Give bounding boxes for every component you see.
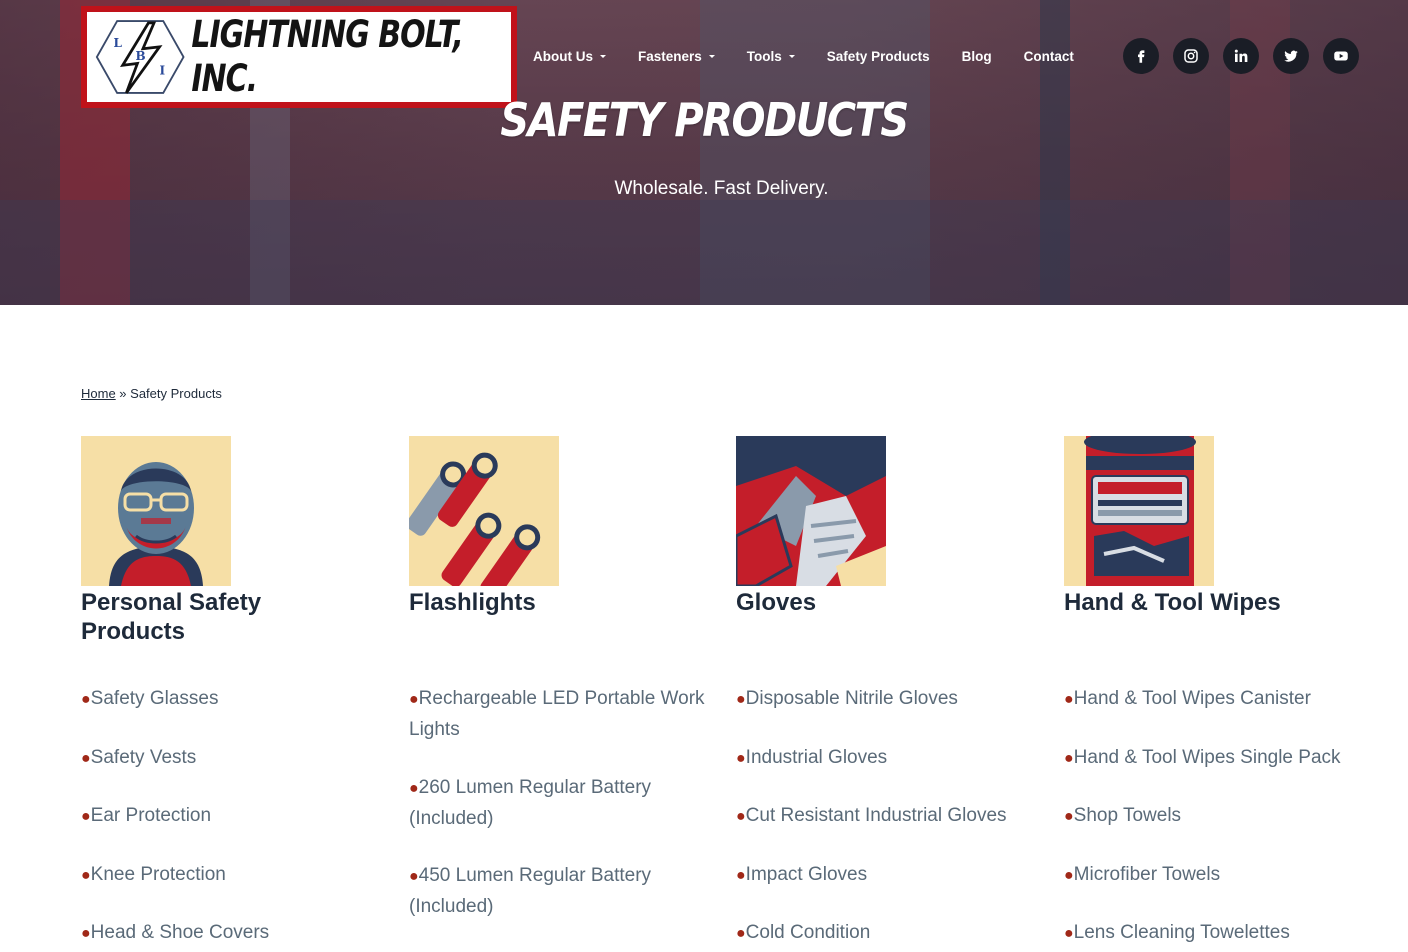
- category-hand-tool-wipes: Hand & Tool Wipes ●Hand & Tool Wipes Can…: [1064, 436, 1364, 952]
- site-logo[interactable]: L B I LIGHTNING BOLT, INC.: [81, 6, 517, 108]
- youtube-icon[interactable]: [1323, 38, 1359, 74]
- wipes-thumbnail[interactable]: [1064, 436, 1214, 586]
- category-title: Gloves: [736, 589, 817, 616]
- list-item-450-lumen[interactable]: ●450 Lumen Regular Battery (Included): [409, 861, 709, 922]
- list-item-cold-condition[interactable]: ●Cold Condition: [736, 918, 1036, 949]
- category-item-list: ●Hand & Tool Wipes Canister ●Hand & Tool…: [1064, 684, 1364, 949]
- bullet-icon: ●: [736, 866, 746, 884]
- category-title: Flashlights: [409, 589, 536, 616]
- bullet-icon: ●: [736, 925, 746, 942]
- list-item-safety-glasses[interactable]: ●Safety Glasses: [81, 684, 381, 715]
- list-item-disposable-nitrile[interactable]: ●Disposable Nitrile Gloves: [736, 684, 1036, 715]
- nav-tools[interactable]: Tools: [747, 47, 795, 65]
- category-item-list: ●Disposable Nitrile Gloves ●Industrial G…: [736, 684, 1036, 949]
- caret-down-icon: [788, 54, 795, 58]
- instagram-icon[interactable]: [1173, 38, 1209, 74]
- bullet-icon: ●: [1064, 808, 1074, 825]
- breadcrumb: Home » Safety Products: [81, 386, 222, 401]
- list-item-wipes-single-pack[interactable]: ●Hand & Tool Wipes Single Pack: [1064, 743, 1364, 774]
- nav-blog[interactable]: Blog: [962, 47, 992, 65]
- list-item-shop-towels[interactable]: ●Shop Towels: [1064, 801, 1364, 832]
- svg-text:B: B: [136, 49, 146, 63]
- logo-hexagon-icon: L B I: [95, 20, 185, 94]
- bullet-icon: ●: [409, 691, 419, 708]
- page-subtitle: Wholesale. Fast Delivery.: [614, 178, 829, 199]
- bullet-icon: ●: [1064, 925, 1074, 942]
- category-item-list: ●Rechargeable LED Portable Work Lights ●…: [409, 684, 709, 922]
- category-personal-safety: Personal Safety Products ●Safety Glasses…: [81, 436, 381, 952]
- twitter-icon[interactable]: [1273, 38, 1309, 74]
- breadcrumb-home-link[interactable]: Home: [81, 386, 116, 401]
- category-flashlights: Flashlights ●Rechargeable LED Portable W…: [409, 436, 709, 950]
- hero-banner: L B I LIGHTNING BOLT, INC. About Us Fast…: [0, 0, 1408, 305]
- nav-fasteners[interactable]: Fasteners: [638, 47, 715, 65]
- bullet-icon: ●: [409, 779, 419, 797]
- svg-text:L: L: [113, 36, 122, 50]
- bullet-icon: ●: [81, 691, 91, 708]
- list-item-head-shoe-covers[interactable]: ●Head & Shoe Covers: [81, 918, 381, 949]
- list-item-260-lumen[interactable]: ●260 Lumen Regular Battery (Included): [409, 773, 709, 834]
- bullet-icon: ●: [736, 808, 746, 825]
- category-item-list: ●Safety Glasses ●Safety Vests ●Ear Prote…: [81, 684, 381, 949]
- list-item-cut-resistant[interactable]: ●Cut Resistant Industrial Gloves: [736, 801, 1036, 832]
- bullet-icon: ●: [1064, 749, 1074, 767]
- list-item-safety-vests[interactable]: ●Safety Vests: [81, 743, 381, 774]
- category-title: Hand & Tool Wipes: [1064, 589, 1281, 616]
- bullet-icon: ●: [736, 691, 746, 708]
- flashlights-thumbnail[interactable]: [409, 436, 559, 586]
- logo-wordmark: LIGHTNING BOLT, INC.: [191, 13, 463, 101]
- page-title: SAFETY PRODUCTS: [500, 94, 909, 148]
- caret-down-icon: [708, 54, 715, 58]
- bullet-icon: ●: [1064, 691, 1074, 708]
- list-item-lens-towelettes[interactable]: ●Lens Cleaning Towelettes: [1064, 918, 1364, 949]
- svg-text:I: I: [160, 64, 166, 78]
- bullet-icon: ●: [409, 868, 419, 885]
- nav-about-us[interactable]: About Us: [533, 47, 606, 65]
- bullet-icon: ●: [81, 749, 91, 767]
- bullet-icon: ●: [1064, 866, 1074, 884]
- list-item-wipes-canister[interactable]: ●Hand & Tool Wipes Canister: [1064, 684, 1364, 715]
- personal-safety-thumbnail[interactable]: [81, 436, 231, 586]
- gloves-thumbnail[interactable]: [736, 436, 886, 586]
- list-item-impact-gloves[interactable]: ●Impact Gloves: [736, 860, 1036, 891]
- category-title: Personal Safety Products: [81, 589, 262, 645]
- category-gloves: Gloves ●Disposable Nitrile Gloves ●Indus…: [736, 436, 1036, 952]
- main-nav: About Us Fasteners Tools Safety Products…: [533, 47, 1106, 65]
- breadcrumb-separator: »: [115, 386, 131, 401]
- bullet-icon: ●: [81, 808, 91, 825]
- facebook-icon[interactable]: [1123, 38, 1159, 74]
- breadcrumb-current: Safety Products: [130, 386, 222, 401]
- list-item-microfiber-towels[interactable]: ●Microfiber Towels: [1064, 860, 1364, 891]
- caret-down-icon: [600, 54, 606, 58]
- nav-safety-products[interactable]: Safety Products: [827, 47, 930, 65]
- list-item-knee-protection[interactable]: ●Knee Protection: [81, 860, 381, 891]
- nav-contact[interactable]: Contact: [1024, 47, 1074, 65]
- list-item-industrial-gloves[interactable]: ●Industrial Gloves: [736, 743, 1036, 774]
- social-links: [1123, 38, 1373, 74]
- bullet-icon: ●: [736, 749, 746, 767]
- bullet-icon: ●: [81, 925, 91, 942]
- bullet-icon: ●: [81, 866, 91, 884]
- linkedin-icon[interactable]: [1223, 38, 1259, 74]
- list-item-rechargeable-led[interactable]: ●Rechargeable LED Portable Work Lights: [409, 684, 709, 745]
- list-item-ear-protection[interactable]: ●Ear Protection: [81, 801, 381, 832]
